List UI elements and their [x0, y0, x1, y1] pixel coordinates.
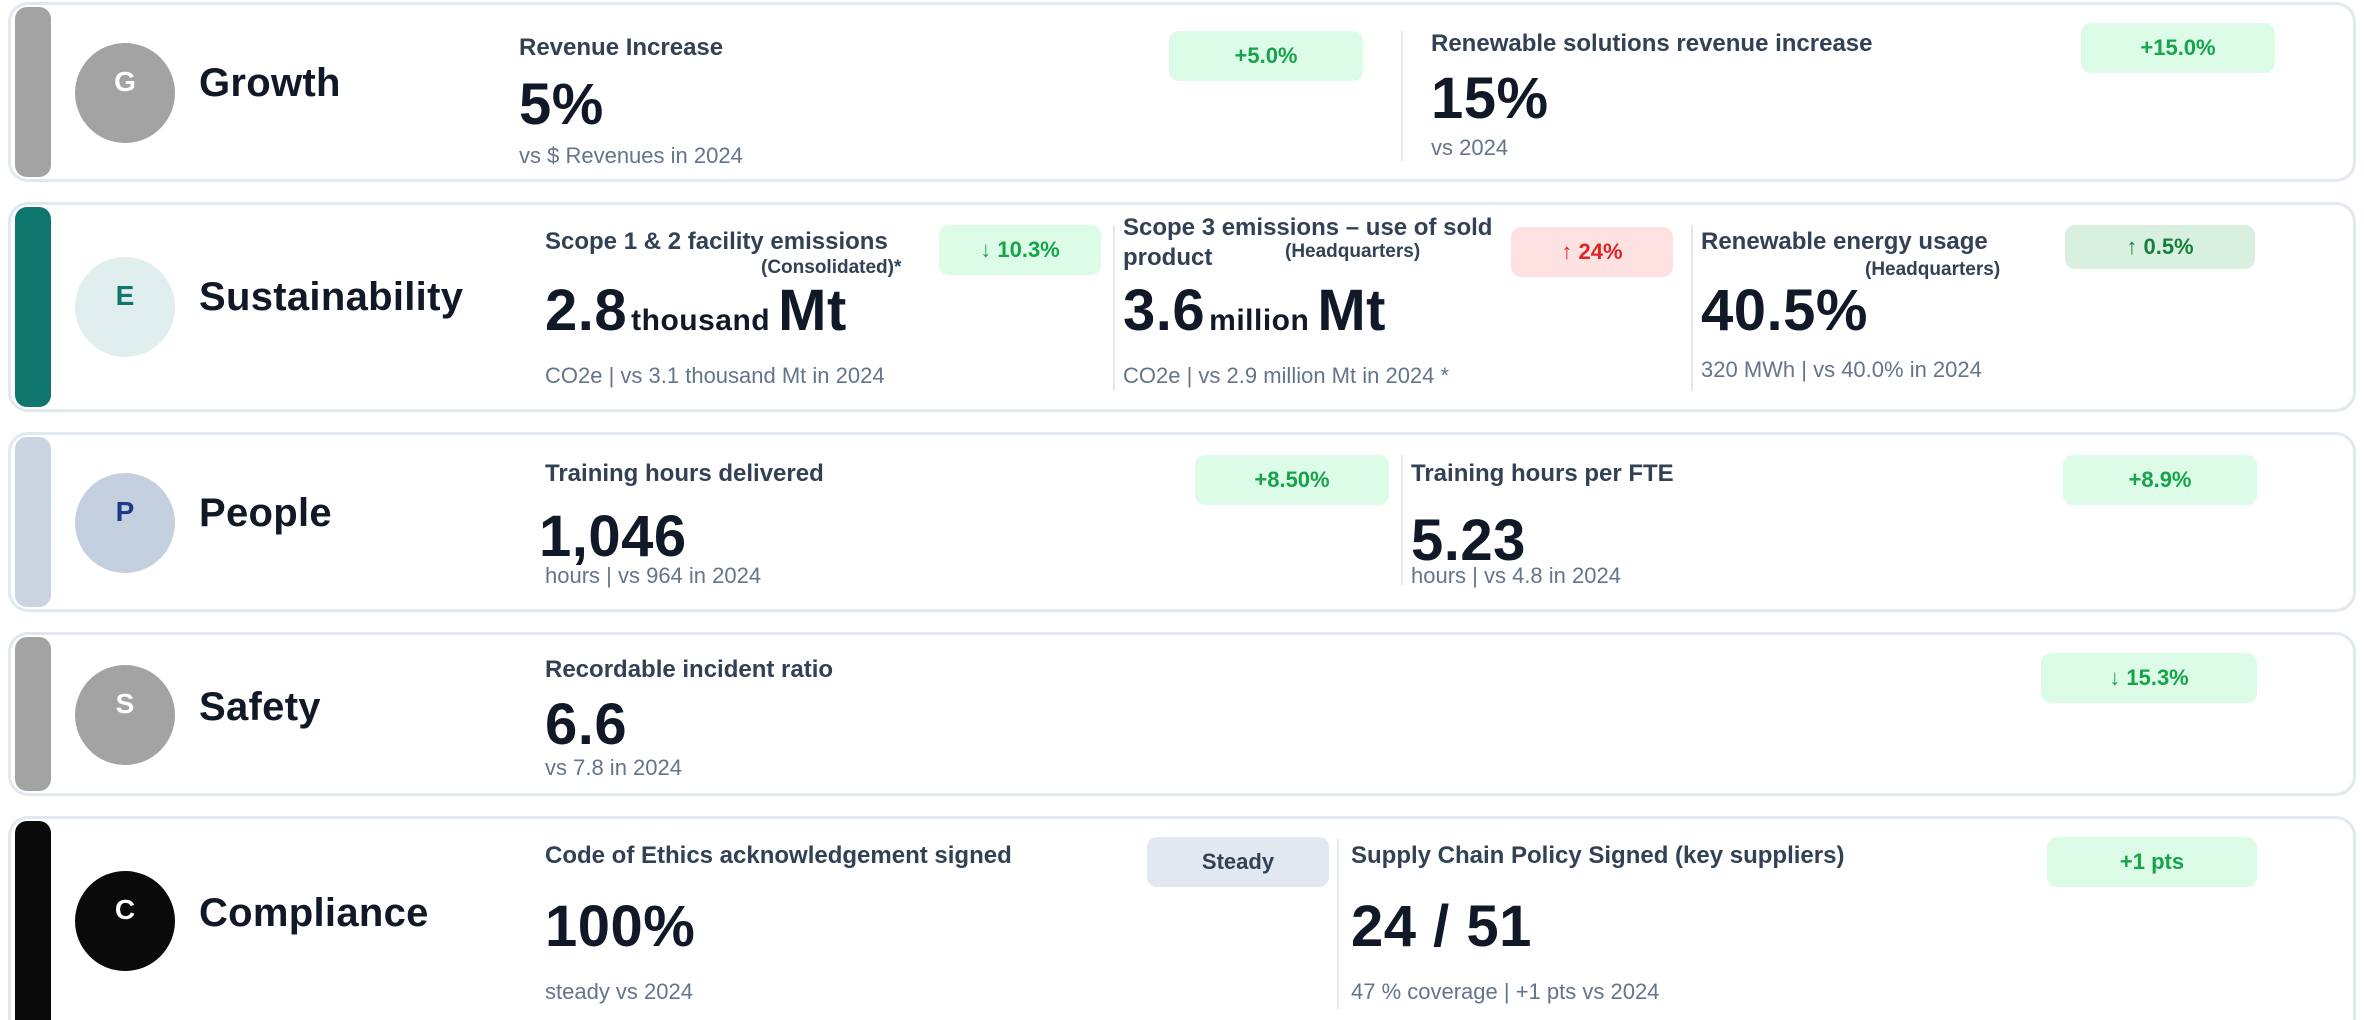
safety-avatar: S — [75, 665, 175, 765]
compliance-card: C Compliance Code of Ethics acknowledgem… — [8, 816, 2356, 1020]
metric-note: vs $ Revenues in 2024 — [519, 143, 743, 168]
safety-accent-bar — [15, 637, 51, 791]
compliance-ethics-badge: Steady — [1147, 837, 1329, 887]
metric-value: 15% — [1431, 66, 1549, 131]
metric-label: Scope 1 & 2 facility emissions — [545, 228, 888, 255]
metric-value: 24 / 51 — [1351, 894, 1532, 959]
metric-label: Code of Ethics acknowledgement signed — [545, 842, 1012, 869]
metric-value-unit: Mt — [778, 278, 847, 343]
metric-note: 47 % coverage | +1 pts vs 2024 — [1351, 979, 1660, 1004]
metric-label-line2: product — [1123, 244, 1213, 271]
metric-note: CO2e | vs 3.1 thousand Mt in 2024 — [545, 363, 885, 388]
metric-sublabel: (Headquarters) — [1285, 241, 1421, 262]
safety-title: Safety — [199, 685, 321, 729]
sustainability-renewable-badge: ↑ 0.5% — [2065, 225, 2255, 269]
compliance-title: Compliance — [199, 891, 429, 935]
metric-value: 6.6 — [545, 692, 628, 757]
metric-sublabel: (Headquarters) — [1865, 259, 2001, 280]
metric-label: Recordable incident ratio — [545, 656, 834, 683]
metric-value: 1,046 — [539, 504, 687, 569]
divider — [1691, 225, 1693, 391]
growth-revenue-badge: +5.0% — [1169, 31, 1363, 81]
divider — [1113, 225, 1115, 391]
metric-label: Training hours delivered — [545, 460, 824, 487]
metric-value-unit: Mt — [1317, 278, 1386, 343]
metric-value-number: 3.6 — [1123, 278, 1206, 343]
people-card: P People Training hours delivered 1,046 … — [8, 432, 2356, 612]
metric-label: Renewable energy usage — [1701, 228, 1988, 255]
sustainability-scope12-badge: ↓ 10.3% — [939, 225, 1101, 275]
metric-note: vs 7.8 in 2024 — [545, 755, 682, 780]
people-per-fte-badge: +8.9% — [2063, 455, 2257, 505]
growth-card: G Growth Revenue Increase 5% vs $ Revenu… — [8, 2, 2356, 182]
metric-sublabel: (Consolidated)* — [761, 257, 902, 278]
people-accent-bar — [15, 437, 51, 607]
metric-value-scale: thousand — [631, 304, 771, 337]
sustainability-card: E Sustainability Scope 1 & 2 facility em… — [8, 202, 2356, 412]
metric-value: 3.6 million Mt — [1123, 277, 1386, 344]
compliance-avatar: C — [75, 871, 175, 971]
metric-note: CO2e | vs 2.9 million Mt in 2024 * — [1123, 363, 1450, 388]
people-title: People — [199, 491, 332, 535]
metric-note: steady vs 2024 — [545, 979, 693, 1004]
metric-label: Supply Chain Policy Signed (key supplier… — [1351, 842, 1845, 869]
metric-note: 320 MWh | vs 40.0% in 2024 — [1701, 357, 1982, 382]
metric-value: 40.5% — [1701, 278, 1868, 343]
metric-note: hours | vs 4.8 in 2024 — [1411, 563, 1621, 588]
metric-label: Scope 3 emissions – use of sold — [1123, 214, 1493, 241]
people-avatar: P — [75, 473, 175, 573]
growth-accent-bar — [15, 7, 51, 177]
metric-note: hours | vs 964 in 2024 — [545, 563, 762, 588]
divider — [1401, 31, 1403, 161]
metric-value-number: 2.8 — [545, 278, 628, 343]
divider — [1401, 455, 1403, 585]
metric-value: 100% — [545, 894, 696, 959]
metric-label: Training hours per FTE — [1411, 460, 1674, 487]
metric-value: 2.8 thousand Mt — [545, 277, 847, 344]
metric-value: 5% — [519, 72, 604, 137]
metric-label: Revenue Increase — [519, 34, 724, 61]
sustainability-title: Sustainability — [199, 275, 464, 319]
sustainability-accent-bar — [15, 207, 51, 407]
safety-incident-badge: ↓ 15.3% — [2041, 653, 2257, 703]
metric-note: vs 2024 — [1431, 135, 1509, 160]
growth-avatar: G — [75, 43, 175, 143]
compliance-supply-chain-badge: +1 pts — [2047, 837, 2257, 887]
compliance-accent-bar — [15, 821, 51, 1020]
safety-card: S Safety Recordable incident ratio 6.6 v… — [8, 632, 2356, 796]
people-training-hours-badge: +8.50% — [1195, 455, 1389, 505]
metric-value-scale: million — [1209, 304, 1310, 337]
sustainability-scope3-badge: ↑ 24% — [1511, 227, 1673, 277]
growth-renewable-badge: +15.0% — [2081, 23, 2275, 73]
divider — [1337, 839, 1339, 1009]
metric-label: Renewable solutions revenue increase — [1431, 30, 1873, 57]
growth-title: Growth — [199, 61, 341, 105]
sustainability-avatar: E — [75, 257, 175, 357]
